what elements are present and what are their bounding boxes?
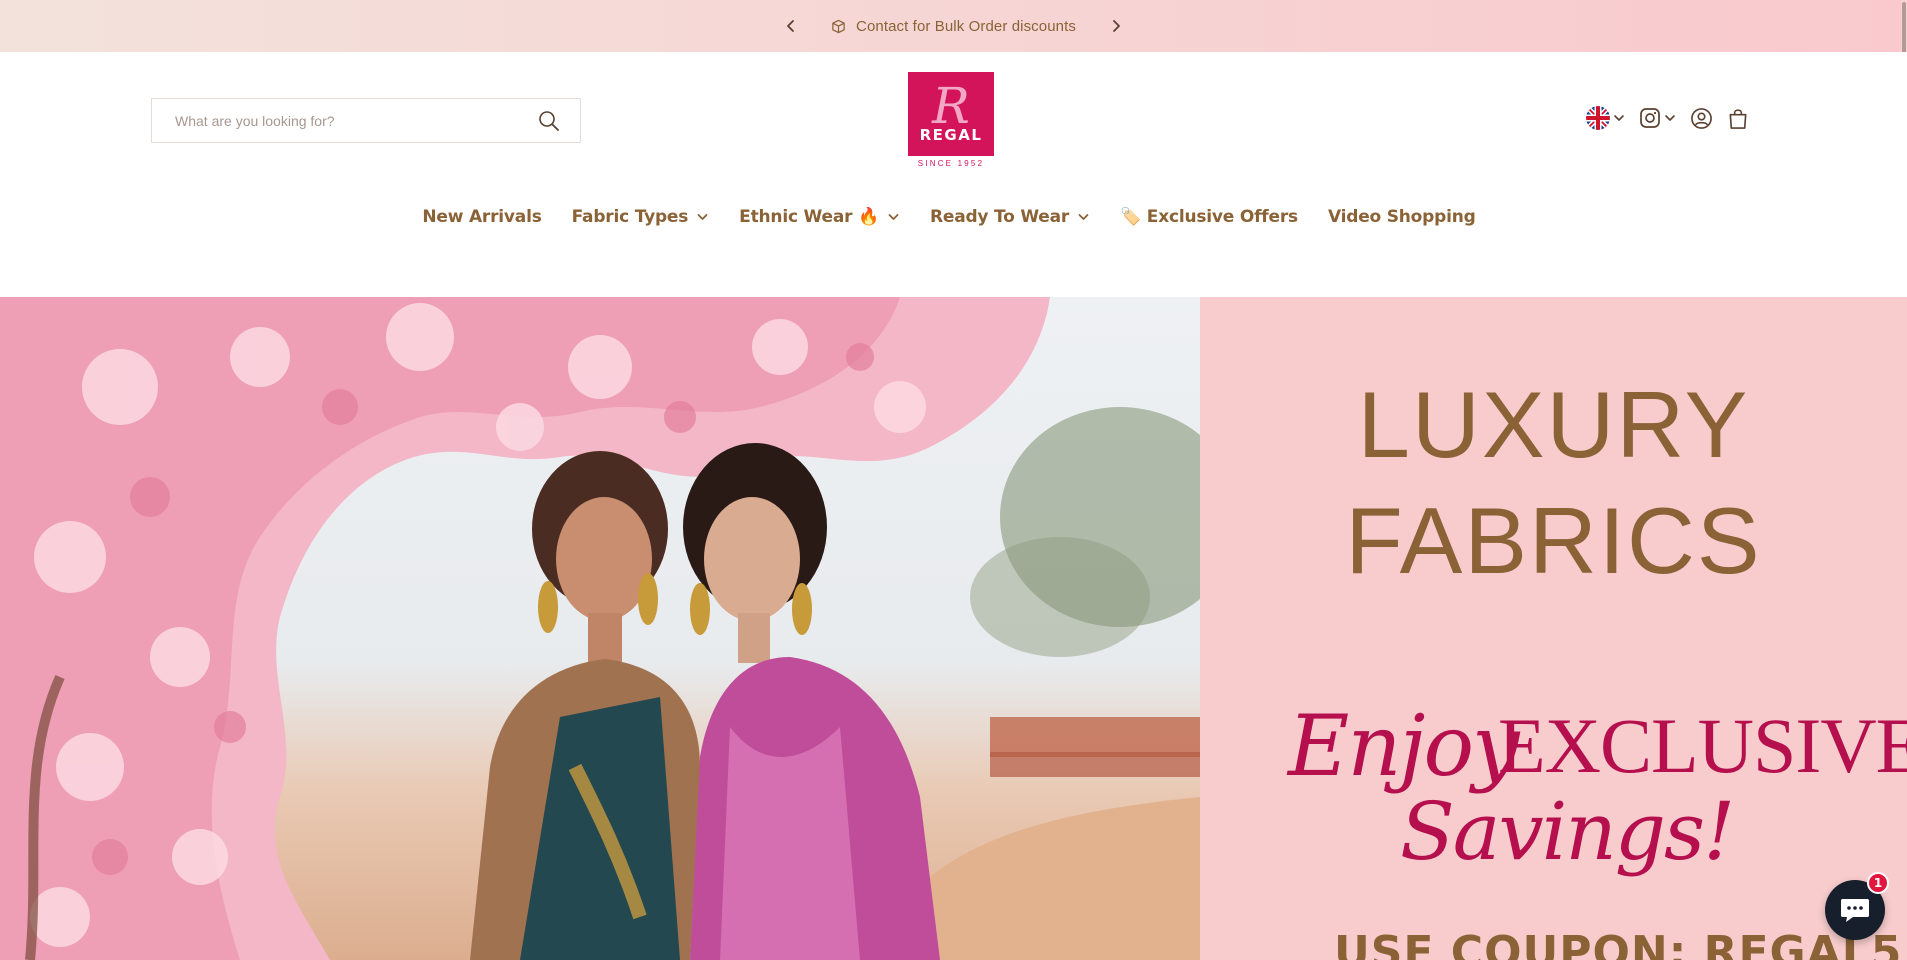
header-actions: [1586, 106, 1749, 130]
social-selector[interactable]: [1639, 107, 1676, 129]
logo-wordmark: REGAL: [919, 126, 983, 144]
hero-enjoy-text: Enjoy: [1288, 697, 1519, 795]
search-bar: [151, 98, 581, 143]
chevron-down-icon: [1078, 214, 1089, 220]
box-icon: [832, 19, 845, 33]
hero-savings-text: Savings!: [1400, 785, 1735, 878]
announcement-prev-button[interactable]: [777, 12, 805, 40]
announcement-message[interactable]: Contact for Bulk Order discounts: [831, 18, 1076, 35]
chevron-down-icon: [888, 214, 899, 220]
nav-item-new-arrivals[interactable]: New Arrivals: [422, 207, 541, 227]
search-input[interactable]: [175, 112, 536, 129]
logo-tagline: SINCE 1952: [917, 159, 985, 168]
hero-coupon-text: USE COUPON: REGAL5: [1334, 927, 1903, 960]
hero-title-line2: FABRICS: [1345, 488, 1762, 593]
nav-item-fabric-types[interactable]: Fabric Types: [572, 207, 710, 227]
hero-title-line1: LUXURY: [1357, 372, 1750, 477]
announcement-bar: Contact for Bulk Order discounts: [0, 0, 1907, 52]
hero-illustration: [0, 297, 1200, 960]
chevron-down-icon: [1665, 115, 1675, 121]
nav-item-ready-to-wear[interactable]: Ready To Wear: [930, 207, 1090, 227]
nav-item-label: 🏷️ Exclusive Offers: [1120, 207, 1298, 227]
nav-item-label: New Arrivals: [422, 207, 542, 227]
uk-flag-icon: [1586, 106, 1610, 130]
shopping-bag-icon: [1729, 108, 1747, 129]
nav-item-label: Ready To Wear: [929, 207, 1070, 227]
hero-banner[interactable]: LUXURY FABRICS Enjoy EXCLUSIVE Savings! …: [0, 297, 1907, 960]
hero-promo-panel: LUXURY FABRICS Enjoy EXCLUSIVE Savings! …: [1200, 297, 1907, 960]
nav-item-ethnic-wear[interactable]: Ethnic Wear 🔥: [739, 207, 900, 227]
hero-image: [0, 297, 1200, 960]
site-header: R REGAL SINCE 1952: [0, 52, 1907, 297]
chevron-down-icon: [1614, 115, 1624, 121]
cart-button[interactable]: [1727, 107, 1749, 130]
nav-list: New Arrivals Fabric Types Ethnic Wear 🔥 …: [422, 207, 1475, 227]
chevron-right-icon: [1113, 20, 1120, 32]
chat-bubble-icon: [1841, 899, 1869, 922]
nav-item-label: Video Shopping: [1327, 207, 1476, 227]
nav-item-exclusive-offers[interactable]: 🏷️ Exclusive Offers: [1120, 207, 1298, 227]
account-button[interactable]: [1690, 107, 1713, 130]
main-navigation: New Arrivals Fabric Types Ethnic Wear 🔥 …: [0, 207, 1907, 227]
announcement-carousel: Contact for Bulk Order discounts: [777, 12, 1130, 40]
nav-item-label: Fabric Types: [571, 207, 689, 227]
chat-notification-badge: 1: [1867, 872, 1889, 894]
nav-item-label: Ethnic Wear 🔥: [739, 207, 879, 227]
site-logo[interactable]: R REGAL SINCE 1952: [908, 72, 994, 168]
instagram-icon: [1640, 108, 1660, 128]
user-icon: [1691, 107, 1712, 129]
search-button[interactable]: [536, 108, 562, 134]
hero-exclusive-text: EXCLUSIVE: [1498, 702, 1907, 789]
logo-badge: R REGAL: [908, 72, 994, 156]
chevron-left-icon: [787, 20, 794, 32]
nav-item-video-shopping[interactable]: Video Shopping: [1328, 207, 1476, 227]
search-icon: [539, 110, 559, 131]
announcement-text: Contact for Bulk Order discounts: [856, 17, 1076, 35]
language-selector[interactable]: [1586, 106, 1625, 130]
chevron-down-icon: [697, 214, 708, 220]
announcement-next-button[interactable]: [1102, 12, 1130, 40]
hero-title: LUXURY FABRICS: [1200, 367, 1907, 599]
